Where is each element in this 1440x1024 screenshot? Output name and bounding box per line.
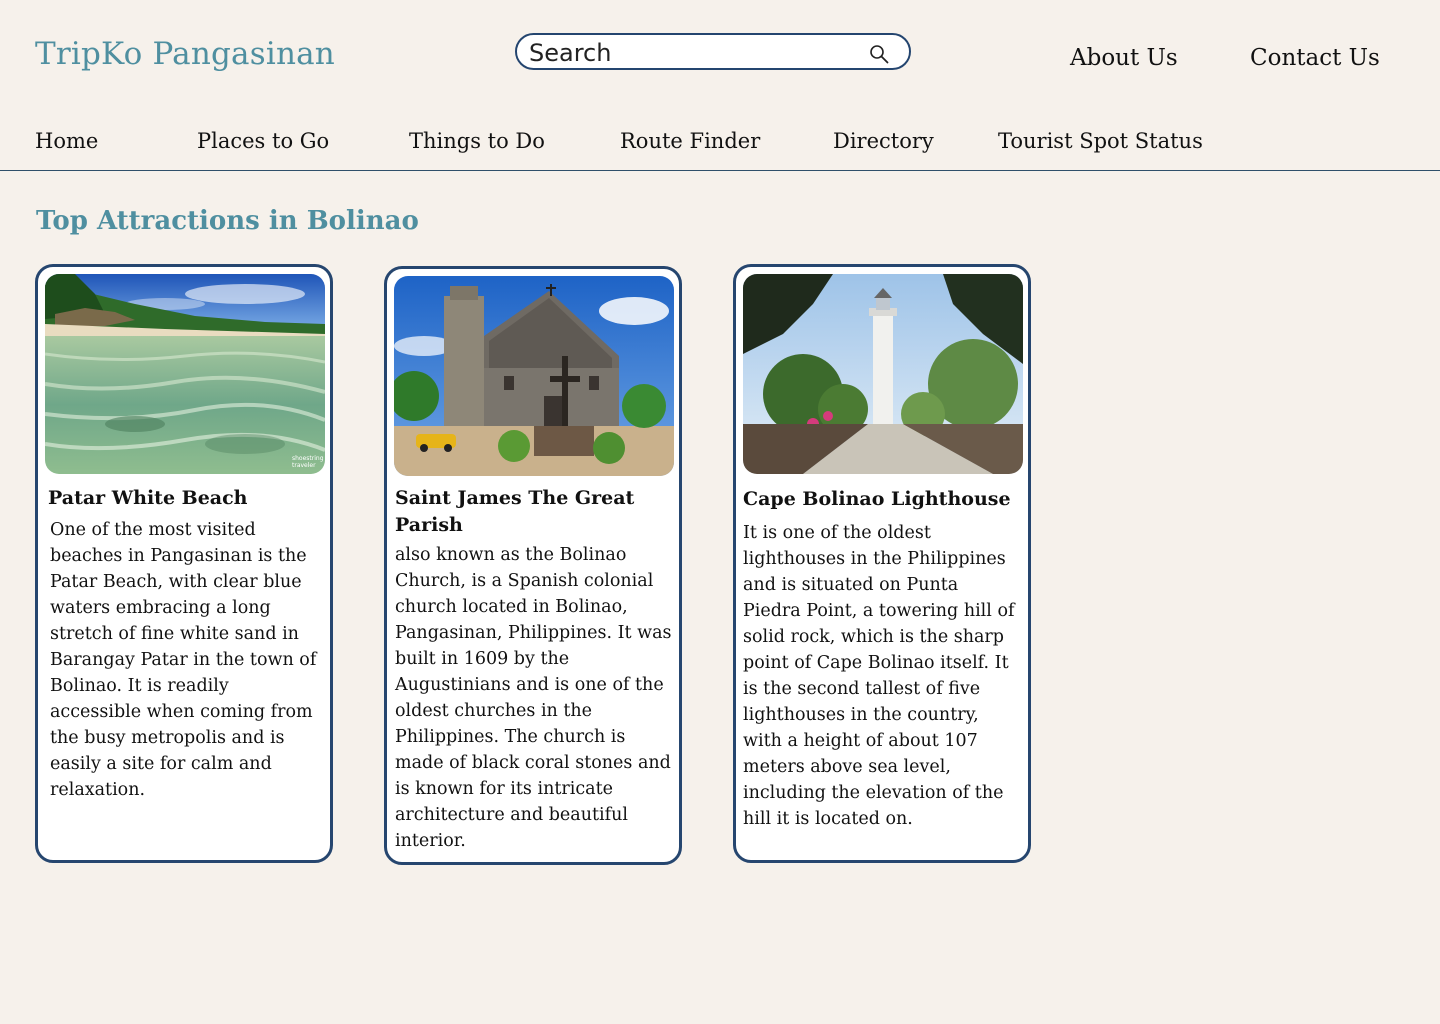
- attraction-card-saint-james-parish[interactable]: Saint James The Great Parish also known …: [384, 266, 682, 865]
- about-us-link[interactable]: About Us: [1070, 45, 1178, 71]
- nav-item-directory[interactable]: Directory: [833, 129, 934, 153]
- nav-item-home[interactable]: Home: [35, 129, 98, 153]
- card-title: Cape Bolinao Lighthouse: [743, 488, 1011, 510]
- search-icon[interactable]: [869, 44, 889, 64]
- search-input[interactable]: [527, 38, 861, 68]
- svg-text:traveler: traveler: [292, 462, 316, 469]
- nav-item-places-to-go[interactable]: Places to Go: [197, 129, 329, 153]
- nav-item-things-to-do[interactable]: Things to Do: [409, 129, 545, 153]
- nav-item-route-finder[interactable]: Route Finder: [620, 129, 760, 153]
- card-description: It is one of the oldest lighthouses in t…: [743, 523, 1015, 829]
- card-description: One of the most visited beaches in Panga…: [50, 520, 317, 800]
- site-logo[interactable]: TripKo Pangasinan: [35, 36, 335, 72]
- card-title: Saint James The Great Parish: [395, 487, 635, 536]
- saint-james-church-photo: [394, 276, 674, 476]
- nav-item-tourist-spot-status[interactable]: Tourist Spot Status: [998, 129, 1203, 153]
- attraction-card-cape-bolinao-lighthouse[interactable]: Cape Bolinao Lighthouse It is one of the…: [733, 264, 1031, 863]
- card-description: also known as the Bolinao Church, is a S…: [395, 545, 672, 851]
- search-bar[interactable]: [515, 33, 911, 70]
- section-title: Top Attractions in Bolinao: [36, 206, 419, 236]
- card-title: Patar White Beach: [48, 487, 248, 509]
- patar-beach-photo: shoestring traveler: [45, 274, 325, 474]
- attraction-card-patar-beach[interactable]: shoestring traveler Patar White Beach On…: [35, 264, 333, 863]
- photo-watermark: shoestring: [292, 455, 324, 462]
- nav-divider: [0, 170, 1440, 171]
- contact-us-link[interactable]: Contact Us: [1250, 45, 1380, 71]
- lighthouse-photo: [743, 274, 1023, 474]
